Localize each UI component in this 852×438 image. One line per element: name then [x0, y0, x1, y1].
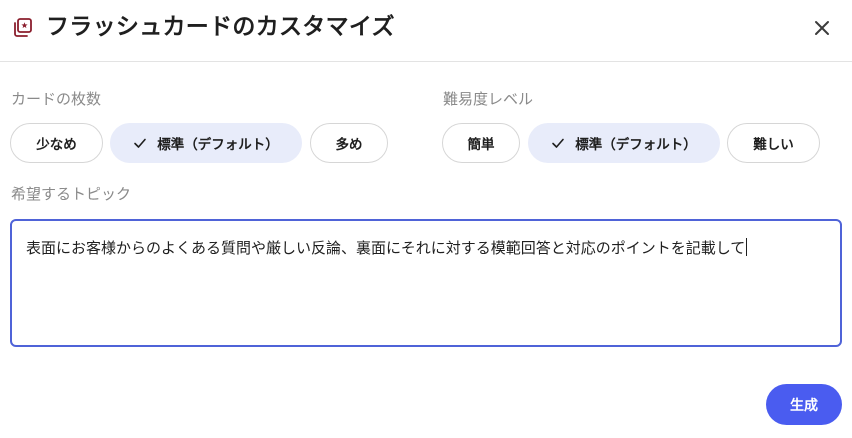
- chip-label: 標準（デフォルト）: [157, 137, 279, 153]
- check-icon: [134, 138, 147, 148]
- generate-button[interactable]: 生成: [766, 384, 842, 425]
- topic-input-value: 表面にお客様からのよくある質問や厳しい反論、裏面にそれに対する模範回答と対応のポ…: [26, 239, 746, 257]
- chip-label: 難しい: [753, 137, 794, 153]
- card-count-option-many[interactable]: 多め: [310, 123, 388, 163]
- difficulty-option-standard[interactable]: 標準（デフォルト）: [528, 123, 720, 163]
- flashcard-customize-dialog: フラッシュカードのカスタマイズ カードの枚数 難易度レベル 少なめ 標準（デフォ…: [0, 0, 852, 438]
- difficulty-label: 難易度レベル: [443, 90, 534, 108]
- close-icon: [815, 21, 829, 35]
- card-count-option-few[interactable]: 少なめ: [10, 123, 103, 163]
- chip-label: 多め: [335, 137, 363, 153]
- dialog-header: フラッシュカードのカスタマイズ: [0, 0, 852, 62]
- chip-label: 標準（デフォルト）: [575, 137, 697, 153]
- difficulty-option-hard[interactable]: 難しい: [727, 123, 820, 163]
- text-caret: [746, 238, 748, 256]
- close-button[interactable]: [808, 14, 836, 42]
- chip-label: 少なめ: [36, 137, 77, 153]
- card-count-option-standard[interactable]: 標準（デフォルト）: [110, 123, 302, 163]
- chip-label: 簡単: [467, 137, 495, 153]
- generate-button-label: 生成: [790, 397, 818, 414]
- card-count-label: カードの枚数: [11, 90, 102, 108]
- dialog-title: フラッシュカードのカスタマイズ: [46, 14, 395, 40]
- flashcard-icon: [12, 17, 34, 39]
- check-icon: [552, 138, 565, 148]
- topic-label: 希望するトピック: [11, 185, 132, 203]
- difficulty-option-easy[interactable]: 簡単: [442, 123, 520, 163]
- topic-input[interactable]: 表面にお客様からのよくある質問や厳しい反論、裏面にそれに対する模範回答と対応のポ…: [10, 219, 842, 347]
